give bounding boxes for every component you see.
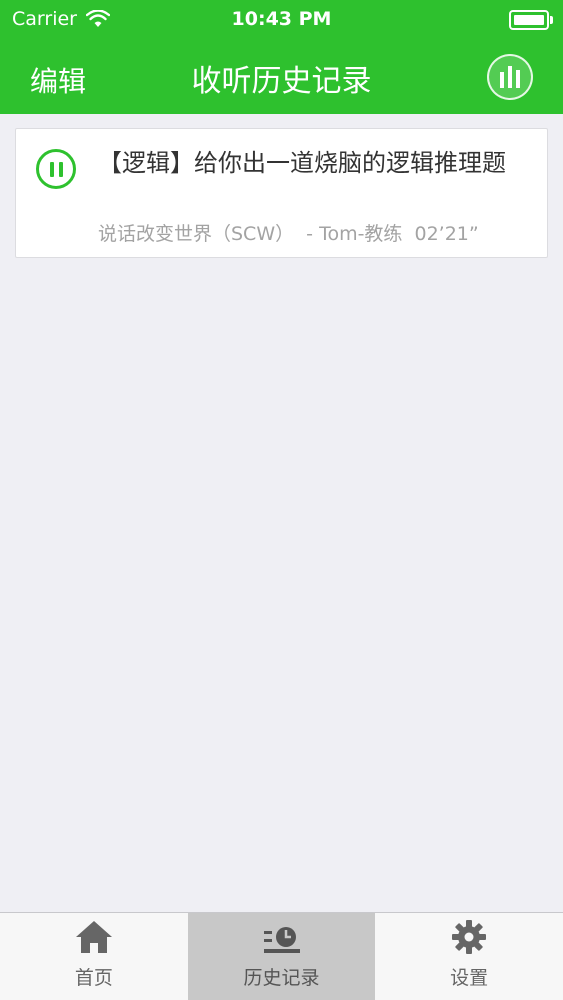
nav-bar: 编辑 收听历史记录 xyxy=(0,40,563,114)
pause-icon-bar-right xyxy=(58,161,63,177)
now-playing-button[interactable] xyxy=(487,54,533,100)
page-title: 收听历史记录 xyxy=(191,64,372,99)
episode-title: 【逻辑】给你出一道烧脑的逻辑推理题 xyxy=(98,149,506,177)
battery-icon xyxy=(509,10,553,30)
history-list: 【逻辑】给你出一道烧脑的逻辑推理题 说话改变世界（SCW） - Tom-教练 0… xyxy=(0,114,563,912)
app-screen: Carrier 10:43 PM 编辑 收听历史记录 【逻辑】给你出一道烧脑的逻… xyxy=(0,0,563,1000)
battery-cap xyxy=(550,16,553,24)
tab-home[interactable]: 首页 xyxy=(0,913,188,1000)
episode-duration: 02’21” xyxy=(414,223,479,245)
battery-body xyxy=(509,10,549,30)
history-icon xyxy=(263,927,300,953)
author-name: - Tom-教练 xyxy=(306,223,403,245)
gear-icon xyxy=(452,920,487,954)
header: Carrier 10:43 PM 编辑 收听历史记录 xyxy=(0,0,563,114)
pause-icon-bar-left xyxy=(49,161,54,177)
equalizer-icon xyxy=(500,66,520,88)
status-bar: Carrier 10:43 PM xyxy=(0,0,563,40)
tab-history-label: 历史记录 xyxy=(243,967,320,989)
episode-meta: 说话改变世界（SCW） - Tom-教练 02’21” xyxy=(98,219,543,246)
tab-home-label: 首页 xyxy=(74,967,113,989)
list-item[interactable]: 【逻辑】给你出一道烧脑的逻辑推理题 说话改变世界（SCW） - Tom-教练 0… xyxy=(15,128,548,258)
status-time: 10:43 PM xyxy=(231,8,332,30)
battery-fill xyxy=(514,15,544,25)
program-name: 说话改变世界（SCW） xyxy=(98,223,295,245)
tab-settings-label: 设置 xyxy=(450,967,489,989)
tab-settings[interactable]: 设置 xyxy=(375,913,563,1000)
tab-history[interactable]: 历史记录 xyxy=(187,913,376,1000)
home-icon xyxy=(75,921,112,953)
pause-button[interactable] xyxy=(36,149,76,189)
tab-bar: 首页 历史记录 设置 xyxy=(0,912,563,1000)
